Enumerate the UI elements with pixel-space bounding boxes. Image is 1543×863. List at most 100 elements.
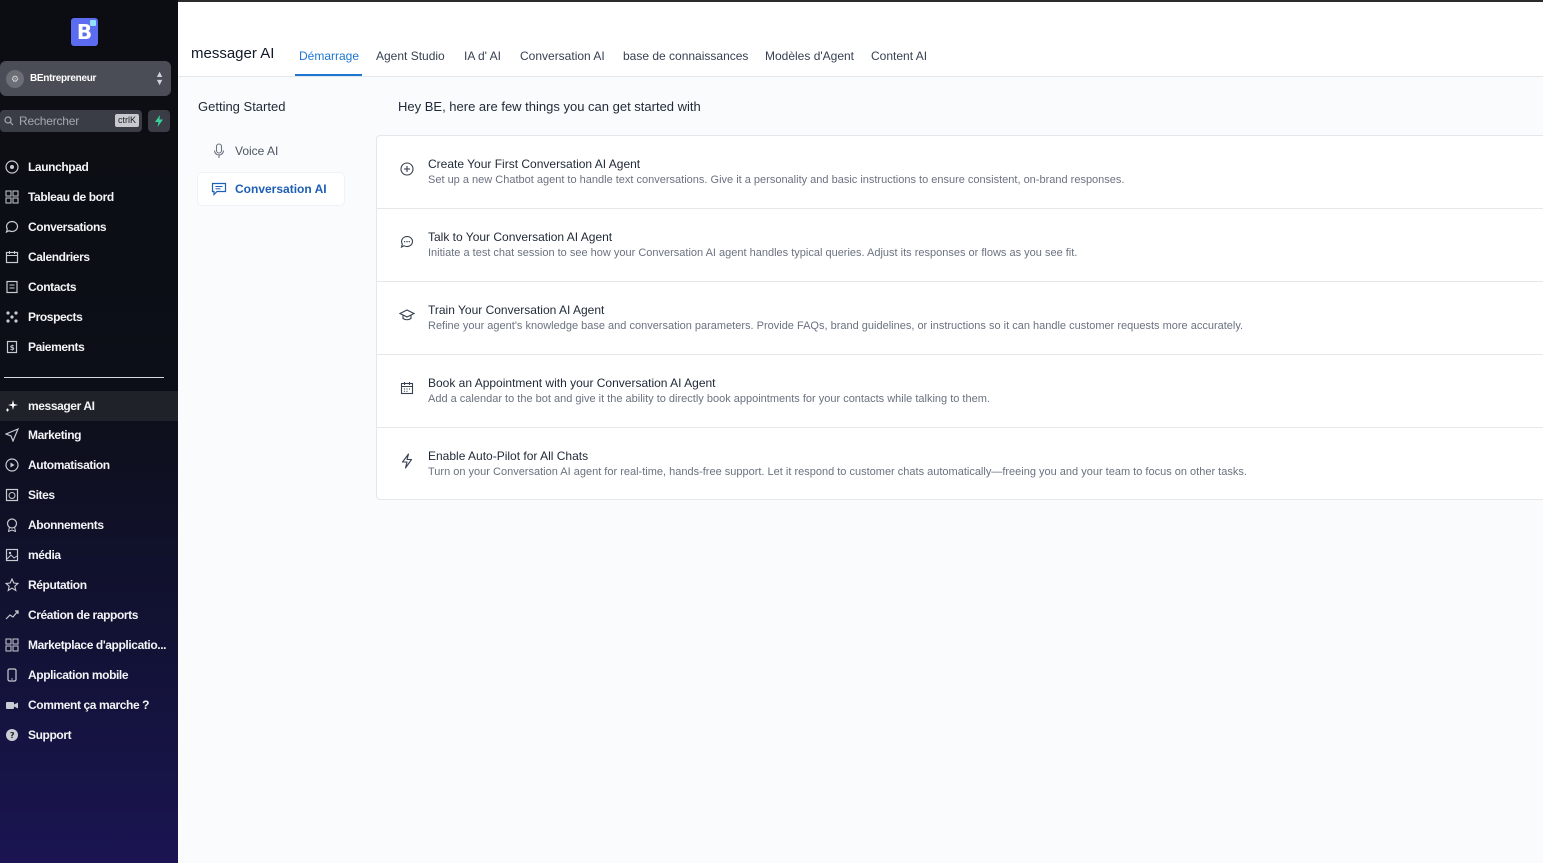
sidebar-item-media[interactable]: média [0,540,178,570]
send-icon [5,428,19,442]
microphone-icon [211,143,227,159]
sidebar-item-label: Réputation [28,578,87,592]
card-talk-to-agent[interactable]: Talk to Your Conversation AI Agent Initi… [377,209,1543,282]
sidebar-item-label: Application mobile [28,668,129,682]
sidebar-item-label: Marketplace d'applicatio... [28,638,167,652]
sidebar-item-automation[interactable]: Automatisation [0,450,178,480]
badge-icon [5,518,19,532]
dashboard-icon [5,190,19,204]
sidebar-item-marketing[interactable]: Marketing [0,420,178,450]
message-icon [211,181,227,197]
sidebar-item-reputation[interactable]: Réputation [0,570,178,600]
chat-bubble-icon [399,234,415,250]
sidebar-divider [4,377,164,378]
sidebar-item-label: messager AI [28,399,95,413]
receipt-icon: $ [5,340,19,354]
bolt-icon [155,115,163,127]
card-description: Initiate a test chat session to see how … [428,247,1078,259]
card-description: Set up a new Chatbot agent to handle tex… [428,174,1125,186]
card-description: Turn on your Conversation AI agent for r… [428,466,1247,478]
subnav-title: Getting Started [198,99,286,114]
sidebar-item-conversations[interactable]: Conversations [0,212,178,242]
chevron-updown-icon: ▲ ▼ [155,69,164,87]
sidebar-item-support[interactable]: ? Support [0,720,178,750]
sidebar-item-contacts[interactable]: Contacts [0,272,178,302]
card-auto-pilot[interactable]: Enable Auto-Pilot for All Chats Turn on … [377,428,1543,501]
help-icon: ? [5,728,19,742]
search-icon [4,116,14,126]
active-tab-indicator [295,74,362,76]
card-train-agent[interactable]: Train Your Conversation AI Agent Refine … [377,282,1543,355]
sidebar-item-subscriptions[interactable]: Abonnements [0,510,178,540]
lightning-icon [399,453,415,469]
sidebar-item-launchpad[interactable]: Launchpad [0,152,178,182]
sidebar-item-mobile-app[interactable]: Application mobile [0,660,178,690]
card-title: Create Your First Conversation AI Agent [428,157,641,171]
card-book-appointment[interactable]: Book an Appointment with your Conversati… [377,355,1543,428]
sidebar-item-payments[interactable]: $ Paiements [0,332,178,362]
pipeline-icon [5,310,19,324]
tab-conversation-ai[interactable]: Conversation AI [520,49,605,63]
card-title: Train Your Conversation AI Agent [428,303,605,317]
globe-icon [5,488,19,502]
card-description: Add a calendar to the bot and give it th… [428,393,990,405]
sidebar-item-label: Conversations [28,220,107,234]
apps-icon [5,638,19,652]
sidebar-item-reports[interactable]: Création de rapports [0,600,178,630]
calendar-icon [5,250,19,264]
sidebar-item-messager-ai[interactable]: messager AI [0,391,178,421]
sidebar-item-label: Abonnements [28,518,104,532]
sidebar-item-label: Marketing [28,428,82,442]
sidebar-item-label: Comment ça marche ? [28,698,150,712]
sidebar-item-label: Launchpad [28,160,89,174]
tab-ia-d-ai[interactable]: IA d' AI [464,49,501,63]
subnav-item-label: Voice AI [235,144,279,158]
tab-agent-studio[interactable]: Agent Studio [376,49,445,63]
top-navigation: messager AI Démarrage Agent Studio IA d'… [178,0,1543,77]
sidebar-item-prospects[interactable]: Prospects [0,302,178,332]
sidebar-item-label: Création de rapports [28,608,139,622]
tab-content-ai[interactable]: Content AI [871,49,927,63]
contacts-icon [5,280,19,294]
tab-agent-templates[interactable]: Modèles d'Agent [765,49,854,63]
chat-icon [5,220,19,234]
sidebar-item-label: Prospects [28,310,83,324]
getting-started-list: Create Your First Conversation AI Agent … [376,135,1543,500]
sidebar-item-label: Support [28,728,72,742]
search-input[interactable]: Rechercher ctrlK [0,110,142,132]
sidebar-item-dashboard[interactable]: Tableau de bord [0,182,178,212]
graduation-cap-icon [399,307,415,323]
subnav-item-voice-ai[interactable]: Voice AI [198,135,344,167]
video-icon [5,698,19,712]
sidebar-item-how-it-works[interactable]: Comment ça marche ? [0,690,178,720]
launchpad-icon [5,160,19,174]
calendar-icon [399,380,415,396]
sidebar-item-label: Contacts [28,280,77,294]
star-icon [5,578,19,592]
card-title: Enable Auto-Pilot for All Chats [428,449,589,463]
quick-action-button[interactable] [148,110,170,132]
trend-icon [5,608,19,622]
sidebar-item-calendars[interactable]: Calendriers [0,242,178,272]
plus-circle-icon [399,161,415,177]
tab-knowledge-base[interactable]: base de connaissances [623,49,748,63]
sidebar-item-marketplace[interactable]: Marketplace d'applicatio... [0,630,178,660]
sidebar-item-label: Calendriers [28,250,90,264]
mobile-icon [5,668,19,682]
card-create-agent[interactable]: Create Your First Conversation AI Agent … [377,136,1543,209]
card-title: Talk to Your Conversation AI Agent [428,230,613,244]
subnav-item-conversation-ai[interactable]: Conversation AI [198,173,344,205]
subnav-item-label: Conversation AI [235,182,327,196]
logo[interactable]: B [71,18,98,46]
sidebar-item-sites[interactable]: Sites [0,480,178,510]
sidebar-item-label: média [28,548,61,562]
user-icon: ⚙ [6,69,24,88]
card-title: Book an Appointment with your Conversati… [428,376,716,390]
intro-text: Hey BE, here are few things you can get … [398,99,701,114]
account-switcher[interactable]: ⚙ BEntrepreneur ▲ ▼ [0,61,171,96]
sidebar-item-label: Sites [28,488,55,502]
sidebar-item-label: Paiements [28,340,85,354]
tab-demarrage[interactable]: Démarrage [299,49,359,63]
svg-text:$: $ [10,344,15,352]
search-placeholder: Rechercher [19,114,80,128]
